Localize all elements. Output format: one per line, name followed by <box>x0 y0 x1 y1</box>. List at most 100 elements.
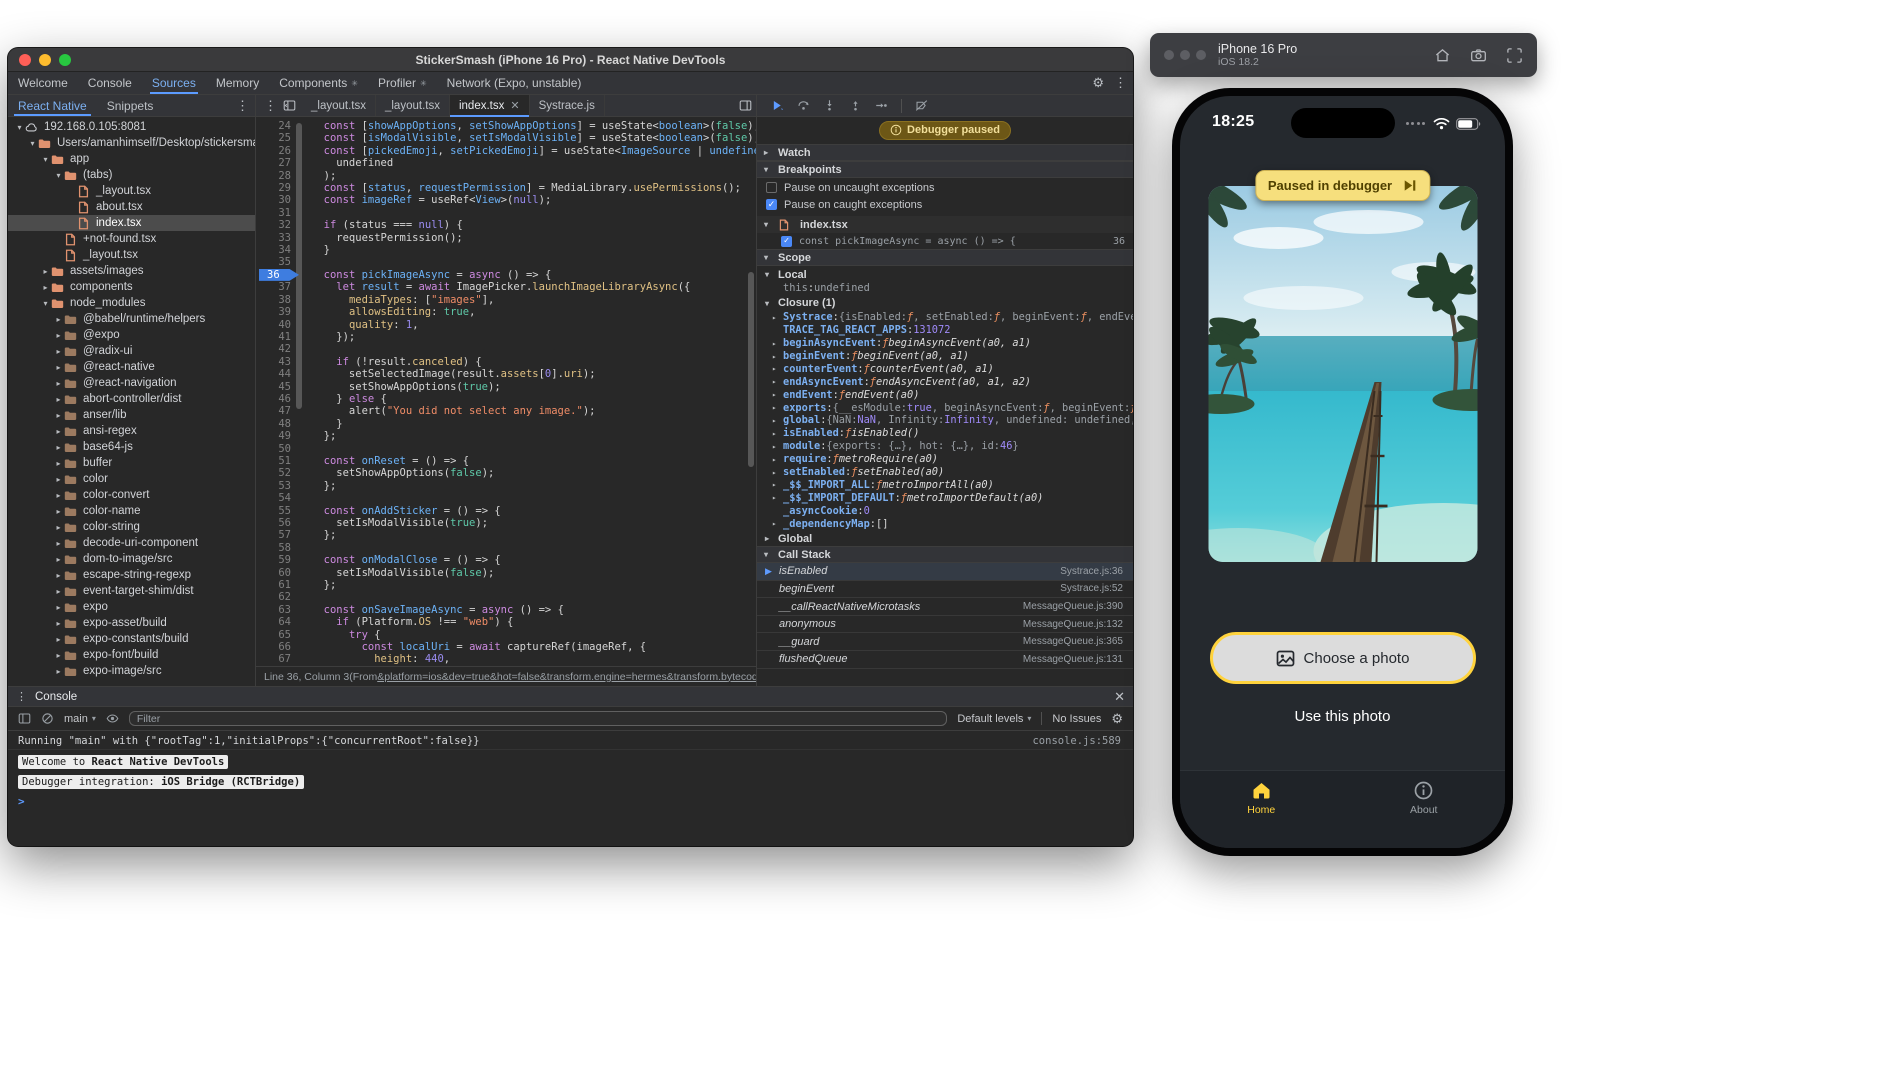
watch-section-header[interactable]: ▸Watch <box>757 144 1133 161</box>
tree-item-expo-asset-build[interactable]: ▸expo-asset/build <box>8 615 255 631</box>
callstack-frame--guard[interactable]: __guardMessageQueue.js:365 <box>757 633 1133 651</box>
drawer-menu-icon[interactable]: ⋮ <box>16 690 27 703</box>
tab-sources[interactable]: Sources <box>142 72 206 94</box>
tree-item--babel-runtime-helpers[interactable]: ▸@babel/runtime/helpers <box>8 311 255 327</box>
deactivate-breakpoints-icon[interactable] <box>915 99 928 112</box>
scope-variable-require[interactable]: ▸require: ƒ metroRequire(a0) <box>757 453 1133 466</box>
editor-tab-3-Systrace-js[interactable]: Systrace.js <box>530 95 605 116</box>
step-over-icon[interactable] <box>797 99 810 112</box>
step-icon[interactable] <box>875 99 888 112</box>
scope-variable-TRACE-TAG-REACT-APPS[interactable]: TRACE_TAG_REACT_APPS: 131072 <box>757 324 1133 337</box>
more-options-icon[interactable]: ⋮ <box>1114 75 1127 91</box>
source-url-link[interactable]: &platform=ios&dev=true&hot=false&transfo… <box>377 671 756 683</box>
sim-zoom-button[interactable] <box>1196 50 1206 60</box>
execution-context-selector[interactable]: main▾ <box>64 713 96 725</box>
scope-section-header[interactable]: ▾Scope <box>757 249 1133 266</box>
console-drawer-tab[interactable]: Console <box>35 691 77 703</box>
tree-item-event-target-shim-dist[interactable]: ▸event-target-shim/dist <box>8 583 255 599</box>
checkbox[interactable]: ✓ <box>766 199 777 210</box>
console-settings-gear-icon[interactable]: ⚙ <box>1111 711 1123 727</box>
navigator-more-icon[interactable]: ⋮ <box>236 98 249 114</box>
log-levels-dropdown[interactable]: Default levels▾ <box>957 713 1031 725</box>
tree-item-color-string[interactable]: ▸color-string <box>8 519 255 535</box>
scope-variable-beginAsyncEvent[interactable]: ▸beginAsyncEvent: ƒ beginAsyncEvent(a0, … <box>757 337 1133 350</box>
tree-item-192-168-0-105-8081[interactable]: ▾192.168.0.105:8081 <box>8 119 255 135</box>
scope-variable-Systrace[interactable]: ▸Systrace: {isEnabled: ƒ, setEnabled: ƒ,… <box>757 311 1133 324</box>
tree-item-index-tsx[interactable]: index.tsx <box>8 215 255 231</box>
breakpoint-entry[interactable]: ✓ const pickImageAsync = async () => { 3… <box>757 233 1133 249</box>
tab-about[interactable]: About <box>1343 780 1506 848</box>
tree-item-dom-to-image-src[interactable]: ▸dom-to-image/src <box>8 551 255 567</box>
tab-snippets[interactable]: Snippets <box>97 95 164 116</box>
clear-console-icon[interactable] <box>41 712 54 725</box>
tab-console[interactable]: Console <box>78 72 142 94</box>
breakpoint-file-group[interactable]: ▾ index.tsx <box>757 216 1133 233</box>
scope-group-global[interactable]: ▸Global <box>757 531 1133 546</box>
console-message-0[interactable]: Running "main" with {"rootTag":1,"initia… <box>8 733 1133 750</box>
scope-variable-exports[interactable]: ▸exports: {__esModule: true, beginAsyncE… <box>757 401 1133 414</box>
tree-item--layout-tsx[interactable]: _layout.tsx <box>8 183 255 199</box>
navigator-toggle-icon[interactable] <box>283 99 296 112</box>
tree-item-decode-uri-component[interactable]: ▸decode-uri-component <box>8 535 255 551</box>
sim-camera-icon[interactable] <box>1470 47 1487 64</box>
tree-item-assets-images[interactable]: ▸assets/images <box>8 263 255 279</box>
scope-variable-module[interactable]: ▸module: {exports: {…}, hot: {…}, id: 46… <box>757 440 1133 453</box>
tab-components[interactable]: Components✳ <box>269 72 368 94</box>
sim-minimize-button[interactable] <box>1180 50 1190 60</box>
scope-variable--dependencyMap[interactable]: ▸_dependencyMap: [] <box>757 517 1133 530</box>
tree-item--layout-tsx[interactable]: _layout.tsx <box>8 247 255 263</box>
tree-item--expo[interactable]: ▸@expo <box>8 327 255 343</box>
tree-item-anser-lib[interactable]: ▸anser/lib <box>8 407 255 423</box>
tree-item-color-name[interactable]: ▸color-name <box>8 503 255 519</box>
scope-variable-counterEvent[interactable]: ▸counterEvent: ƒ counterEvent(a0, a1) <box>757 362 1133 375</box>
choose-photo-button[interactable]: Choose a photo <box>1210 632 1476 684</box>
scope-variable-this[interactable]: this: undefined <box>757 282 1133 295</box>
scope-variable-isEnabled[interactable]: ▸isEnabled: ƒ isEnabled() <box>757 427 1133 440</box>
debugger-sidebar-toggle-icon[interactable] <box>739 99 752 112</box>
tree-item-expo-image-src[interactable]: ▸expo-image/src <box>8 663 255 679</box>
callstack-frame-beginEvent[interactable]: beginEventSystrace.js:52 <box>757 581 1133 599</box>
breakpoint-checkbox[interactable]: ✓ <box>781 236 792 247</box>
tree-item--react-native[interactable]: ▸@react-native <box>8 359 255 375</box>
breakpoint-option[interactable]: Pause on uncaught exceptions <box>757 180 1133 195</box>
console-prompt[interactable]: > <box>8 790 1133 808</box>
breakpoint-option[interactable]: ✓Pause on caught exceptions <box>757 197 1133 212</box>
sim-close-button[interactable] <box>1164 50 1174 60</box>
editor-tab-0--layout-tsx[interactable]: _layout.tsx <box>302 95 376 116</box>
tree-item-expo-constants-build[interactable]: ▸expo-constants/build <box>8 631 255 647</box>
tree-item-node-modules[interactable]: ▾node_modules <box>8 295 255 311</box>
tree-item-base64-js[interactable]: ▸base64-js <box>8 439 255 455</box>
tree-item-color-convert[interactable]: ▸color-convert <box>8 487 255 503</box>
step-out-icon[interactable] <box>849 99 862 112</box>
tree-item-color[interactable]: ▸color <box>8 471 255 487</box>
resume-debugger-icon[interactable] <box>1402 178 1417 193</box>
live-expression-eye-icon[interactable] <box>106 712 119 725</box>
tree-item--react-navigation[interactable]: ▸@react-navigation <box>8 375 255 391</box>
tree-item-app[interactable]: ▾app <box>8 151 255 167</box>
tab-react-native[interactable]: React Native <box>8 95 97 116</box>
tree-item-expo-font-build[interactable]: ▸expo-font/build <box>8 647 255 663</box>
source-location-link[interactable]: console.js:589 <box>1032 735 1121 747</box>
scope-variable-global[interactable]: ▸global: {NaN: NaN, Infinity: Infinity, … <box>757 414 1133 427</box>
editor-scrollbar[interactable] <box>748 272 754 467</box>
scope-variable--IMPORT-ALL[interactable]: ▸_$$_IMPORT_ALL: ƒ metroImportAll(a0) <box>757 478 1133 491</box>
callstack-frame--callReactNativeMicrotasks[interactable]: __callReactNativeMicrotasksMessageQueue.… <box>757 598 1133 616</box>
tab-memory[interactable]: Memory <box>206 72 269 94</box>
sim-home-icon[interactable] <box>1434 47 1451 64</box>
scope-variable--asyncCookie[interactable]: _asyncCookie: 0 <box>757 504 1133 517</box>
tab-home[interactable]: Home <box>1180 780 1343 848</box>
breakpoints-section-header[interactable]: ▾Breakpoints <box>757 161 1133 178</box>
use-this-photo-button[interactable]: Use this photo <box>1180 708 1505 725</box>
tree-item-abort-controller-dist[interactable]: ▸abort-controller/dist <box>8 391 255 407</box>
callstack-frame-flushedQueue[interactable]: flushedQueueMessageQueue.js:131 <box>757 651 1133 669</box>
scope-variable-setEnabled[interactable]: ▸setEnabled: ƒ setEnabled(a0) <box>757 466 1133 479</box>
callstack-frame-isEnabled[interactable]: ▶isEnabledSystrace.js:36 <box>757 563 1133 581</box>
tree-item-buffer[interactable]: ▸buffer <box>8 455 255 471</box>
tree-item--not-found-tsx[interactable]: +not-found.tsx <box>8 231 255 247</box>
tab-profiler[interactable]: Profiler✳ <box>368 72 437 94</box>
scope-variable-beginEvent[interactable]: ▸beginEvent: ƒ beginEvent(a0, a1) <box>757 350 1133 363</box>
editor-tab-2-index-tsx[interactable]: index.tsx✕ <box>450 95 530 116</box>
settings-gear-icon[interactable]: ⚙ <box>1092 75 1104 91</box>
tree-item-expo[interactable]: ▸expo <box>8 599 255 615</box>
sim-screenshot-icon[interactable] <box>1506 47 1523 64</box>
